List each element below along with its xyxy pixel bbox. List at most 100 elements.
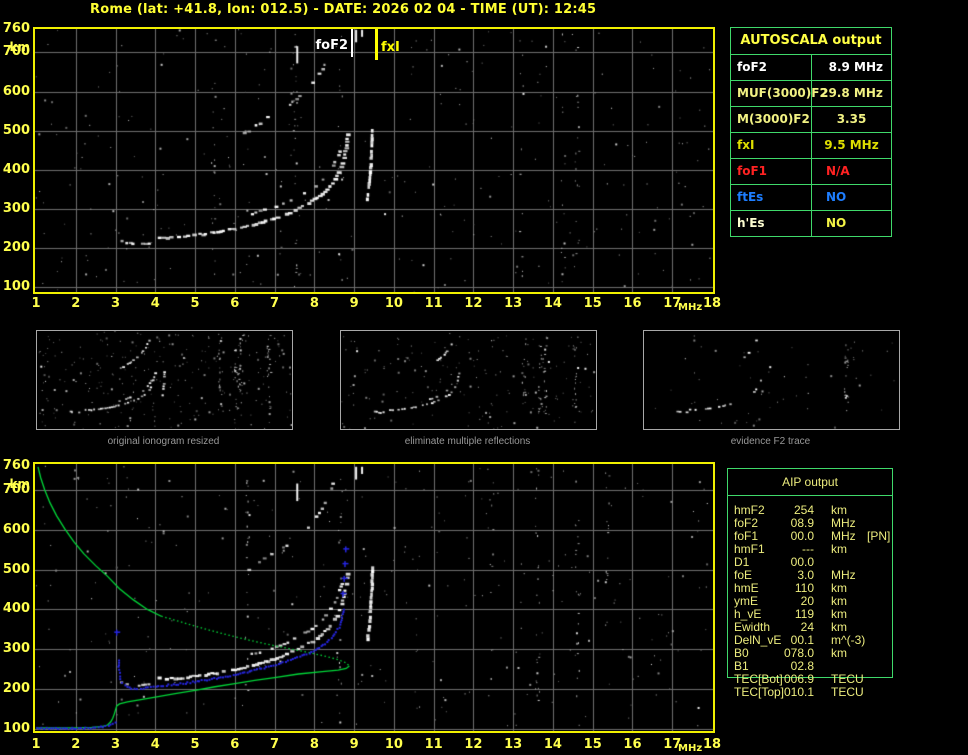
y-tick-label: 200 (2, 681, 30, 697)
autoscala-param-value: 9.5 MHz (824, 138, 879, 152)
x-tick-label: 16 (623, 296, 642, 311)
x-tick-label: 10 (384, 737, 403, 752)
thumbnail-original-ionogram (36, 330, 293, 430)
autoscala-output-table: AUTOSCALA output foF2 8.9 MHz MUF(3000)F2 2… (730, 27, 892, 237)
y-tick-label: 400 (2, 601, 30, 617)
y-tick-label: 760 (2, 458, 30, 473)
x-tick-label: 6 (230, 296, 240, 311)
x-tick-label: 15 (583, 296, 602, 311)
y-tick-label: 600 (2, 83, 30, 99)
top-ionogram-plot: foF2 fxI (33, 27, 715, 294)
fxI-marker-label: fxI (381, 40, 400, 55)
y-axis-unit: km (9, 40, 30, 54)
x-tick-label: 4 (150, 737, 160, 752)
autoscala-param-value: 29.8 MHz (820, 86, 883, 100)
autoscala-row: MUF(3000)F2 29.8 MHz (731, 81, 891, 107)
autoscala-param-label: h'Es (731, 211, 812, 237)
autoscala-table-title: AUTOSCALA output (731, 28, 891, 55)
aip-row: TEC[Top] 010.1 TECU (727, 686, 905, 699)
y-tick-label: 100 (2, 721, 30, 736)
autoscala-param-label: MUF(3000)F2 (731, 81, 828, 106)
aip-row: hmF1 --- km (727, 543, 905, 556)
thumbnail-eliminate-canvas (341, 331, 596, 429)
autoscala-param-label: foF2 (731, 55, 812, 80)
y-axis-unit: km (9, 477, 30, 491)
x-tick-label: 8 (309, 296, 319, 311)
x-axis-unit: MHz (678, 743, 703, 754)
aip-param-unit: TECU (831, 685, 864, 699)
x-tick-label: 18 (702, 296, 722, 311)
x-tick-label: 11 (424, 737, 443, 752)
x-tick-label: 9 (349, 296, 359, 311)
autoscala-param-label: M(3000)F2 (731, 107, 812, 132)
x-tick-label: 12 (464, 296, 483, 311)
x-tick-label: 13 (504, 737, 523, 752)
thumbnail-caption-f2trace: evidence F2 trace (730, 436, 811, 447)
autoscala-row: h'Es NO (731, 211, 891, 237)
x-tick-label: 11 (424, 296, 443, 311)
x-tick-label: 2 (71, 296, 81, 311)
y-tick-label: 500 (2, 561, 30, 577)
bottom-profile-canvas (35, 464, 713, 731)
x-tick-label: 2 (71, 737, 81, 752)
y-tick-label: 500 (2, 122, 30, 138)
thumbnail-f2-trace (643, 330, 900, 430)
y-tick-label: 200 (2, 239, 30, 255)
autoscala-param-label: foF1 (731, 159, 812, 184)
thumbnail-original-canvas (37, 331, 292, 429)
autoscala-row: M(3000)F2 3.35 (731, 107, 891, 133)
aip-param-unit: km (831, 542, 847, 556)
autoscala-param-value: NO (826, 190, 847, 204)
bottom-profile-plot (33, 462, 715, 733)
autoscala-param-value: NO (826, 216, 847, 230)
y-tick-label: 300 (2, 641, 30, 657)
autoscala-window: Rome (lat: +41.8, lon: 012.5) - DATE: 20… (0, 0, 968, 755)
thumbnail-eliminate-reflections (340, 330, 597, 430)
x-tick-label: 7 (270, 296, 280, 311)
x-tick-label: 3 (110, 737, 121, 752)
x-tick-label: 10 (384, 296, 403, 311)
aip-output-table: AIP output hmF2 254 km foF2 08.9 MHz foF1 00.0 M… (727, 468, 907, 708)
foF2-marker-label: foF2 (315, 38, 348, 53)
x-tick-label: 4 (150, 296, 160, 311)
x-tick-label: 1 (31, 737, 41, 752)
y-tick-label: 760 (2, 21, 30, 36)
foF2-marker-line (351, 29, 353, 57)
x-tick-label: 1 (31, 296, 41, 311)
y-tick-label: 100 (2, 279, 30, 294)
fxI-marker-line (375, 29, 378, 60)
x-tick-label: 3 (110, 296, 121, 311)
x-tick-label: 9 (349, 737, 359, 752)
autoscala-row: foF1 N/A (731, 159, 891, 185)
autoscala-param-label: fxI (731, 133, 812, 158)
thumbnail-f2-canvas (644, 331, 899, 429)
x-tick-label: 6 (230, 737, 240, 752)
x-tick-label: 5 (190, 296, 200, 311)
page-title: Rome (lat: +41.8, lon: 012.5) - DATE: 20… (90, 2, 597, 17)
x-tick-label: 16 (623, 737, 642, 752)
autoscala-param-value: 8.9 MHz (828, 60, 883, 74)
x-axis-unit: MHz (678, 302, 703, 313)
aip-param-flag: [PN] (867, 529, 891, 543)
x-tick-label: 18 (702, 737, 722, 752)
thumbnail-caption-eliminate: eliminate multiple reflections (404, 436, 531, 447)
x-tick-label: 7 (270, 737, 280, 752)
thumbnail-caption-original: original ionogram resized (107, 436, 220, 447)
y-tick-label: 300 (2, 200, 30, 216)
y-tick-label: 600 (2, 521, 30, 537)
x-tick-label: 5 (190, 737, 200, 752)
y-tick-label: 400 (2, 161, 30, 177)
x-tick-label: 12 (464, 737, 483, 752)
aip-row: B0 078.0 km (727, 647, 905, 660)
aip-row: DelN_vE 00.1 m^(-3) (727, 634, 905, 647)
autoscala-param-value: N/A (826, 164, 850, 178)
x-tick-label: 13 (504, 296, 523, 311)
top-ionogram-canvas (35, 29, 713, 292)
aip-table-title: AIP output (728, 469, 892, 496)
aip-param-unit: km (831, 646, 847, 660)
autoscala-param-value: 3.35 (836, 112, 867, 126)
x-tick-label: 15 (583, 737, 602, 752)
autoscala-row: fxI 9.5 MHz (731, 133, 891, 159)
x-tick-label: 8 (309, 737, 319, 752)
aip-param-value: 010.1 (783, 685, 814, 699)
